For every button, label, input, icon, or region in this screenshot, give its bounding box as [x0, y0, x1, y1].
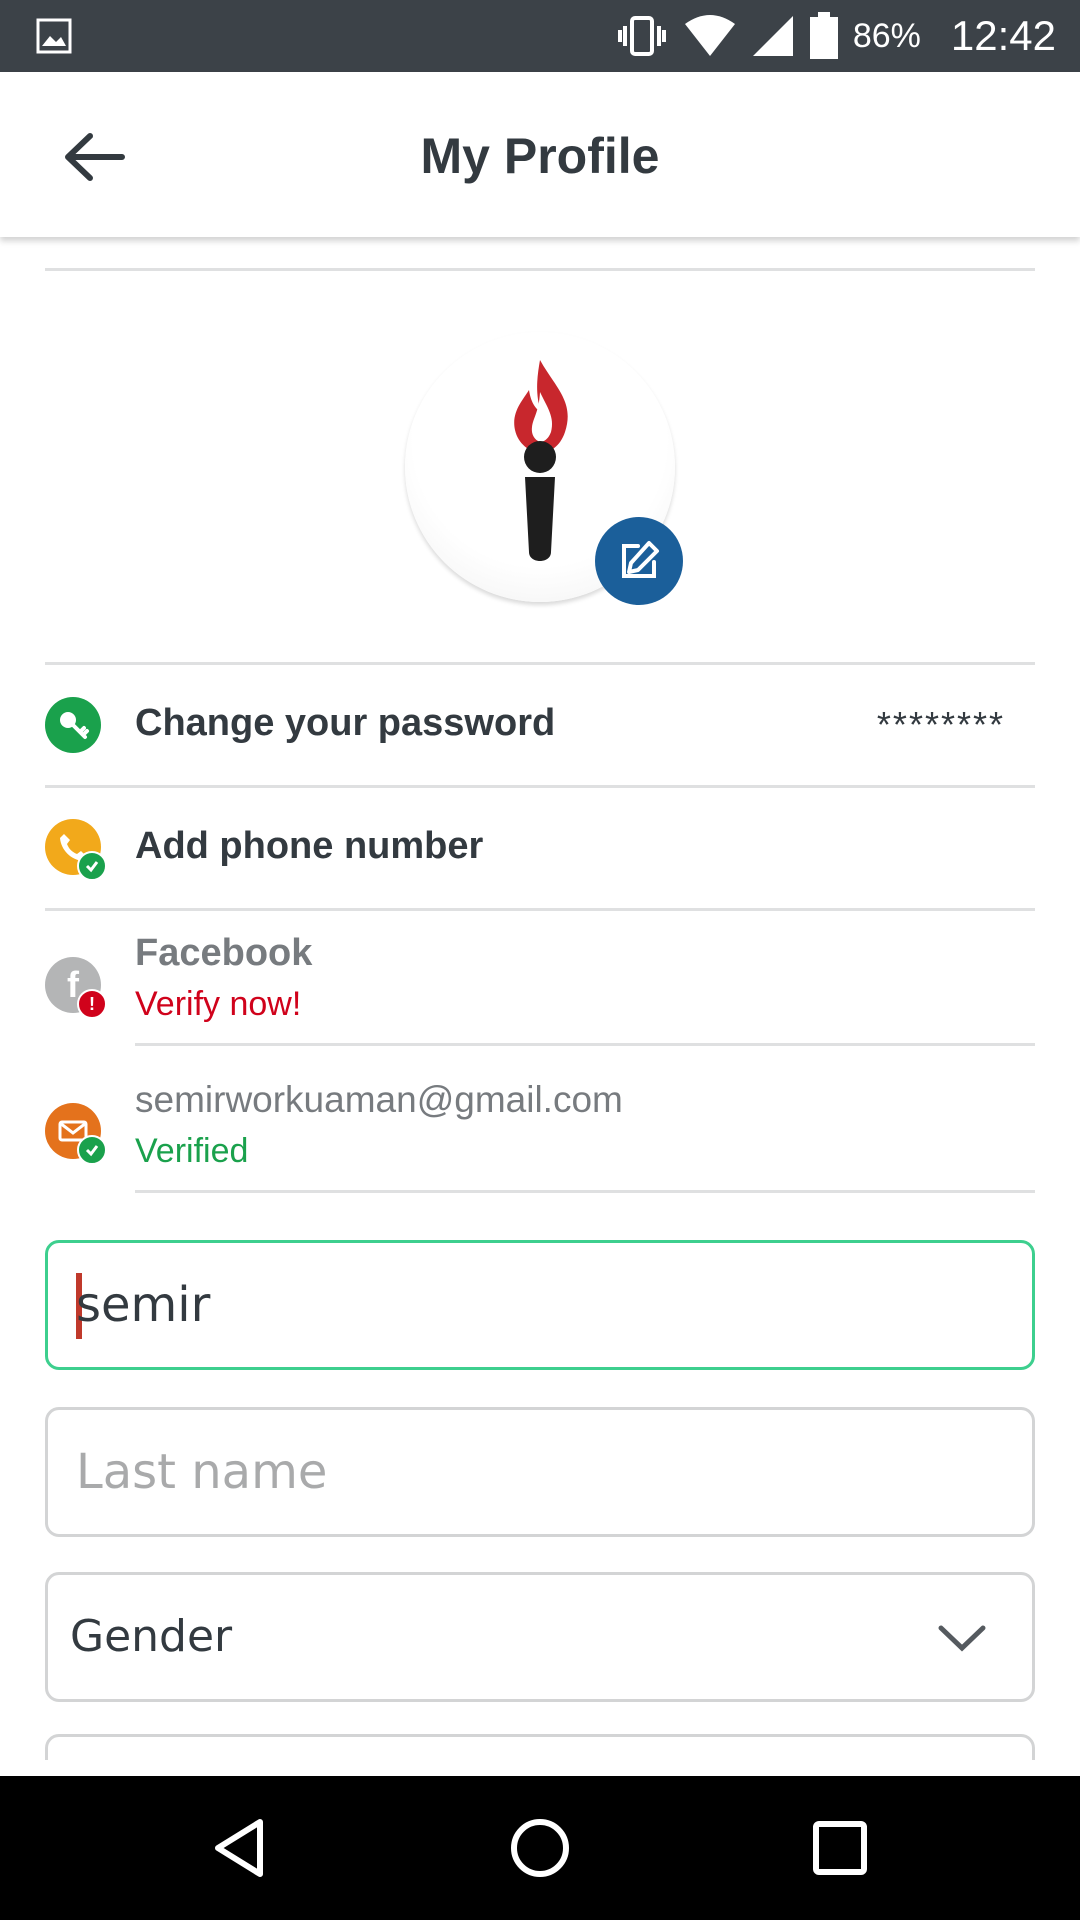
next-form-field[interactable]	[45, 1734, 1035, 1760]
gallery-notification-icon	[36, 18, 72, 54]
email-verified-status: Verified	[135, 1132, 249, 1170]
divider	[45, 268, 1035, 271]
system-navigation-bar	[0, 1776, 1080, 1920]
gender-label: Gender	[70, 1611, 233, 1662]
chevron-down-icon	[938, 1625, 986, 1652]
facebook-icon: f !	[45, 957, 107, 1019]
divider	[135, 1043, 1035, 1046]
status-bar: 86% 12:42	[0, 0, 1080, 72]
email-address: semirworkuaman@gmail.com	[135, 1079, 623, 1120]
facebook-verify-link[interactable]: Verify now!	[135, 985, 301, 1024]
verified-badge-icon	[77, 1135, 107, 1165]
first-name-input[interactable]: semir	[45, 1240, 1035, 1370]
password-mask: ********	[876, 704, 1005, 745]
status-indicators: 86% 12:42	[615, 0, 1056, 72]
battery-percent: 86%	[852, 16, 921, 55]
home-nav-icon[interactable]	[504, 1812, 576, 1884]
back-nav-icon[interactable]	[204, 1812, 276, 1884]
signal-icon	[752, 16, 793, 56]
divider	[45, 908, 1035, 911]
key-icon	[45, 697, 101, 753]
avatar-section	[405, 332, 683, 605]
change-password-label: Change your password	[135, 702, 556, 744]
verified-badge-icon	[77, 851, 107, 881]
divider	[45, 785, 1035, 788]
page-title: My Profile	[420, 128, 660, 184]
edit-icon	[622, 541, 659, 578]
vibrate-icon	[617, 16, 666, 56]
divider	[135, 1190, 1035, 1193]
battery-icon	[809, 12, 838, 59]
recents-nav-icon[interactable]	[804, 1812, 876, 1884]
divider	[45, 662, 1035, 665]
profile-content[interactable]: Change your password ******** Add phone …	[0, 237, 1080, 1760]
app-bar: My Profile	[0, 72, 1080, 237]
email-icon	[45, 1103, 107, 1165]
add-phone-label: Add phone number	[135, 825, 484, 867]
wifi-icon	[684, 15, 735, 56]
warning-badge-icon: !	[77, 989, 107, 1019]
last-name-placeholder: Last name	[76, 1444, 328, 1500]
edit-avatar-button[interactable]	[595, 517, 683, 605]
phone-icon	[45, 819, 107, 881]
clock: 12:42	[950, 12, 1056, 59]
gender-select[interactable]: Gender	[45, 1572, 1035, 1702]
first-name-value: semir	[76, 1277, 211, 1333]
last-name-input[interactable]: Last name	[45, 1407, 1035, 1537]
facebook-label: Facebook	[135, 932, 313, 974]
